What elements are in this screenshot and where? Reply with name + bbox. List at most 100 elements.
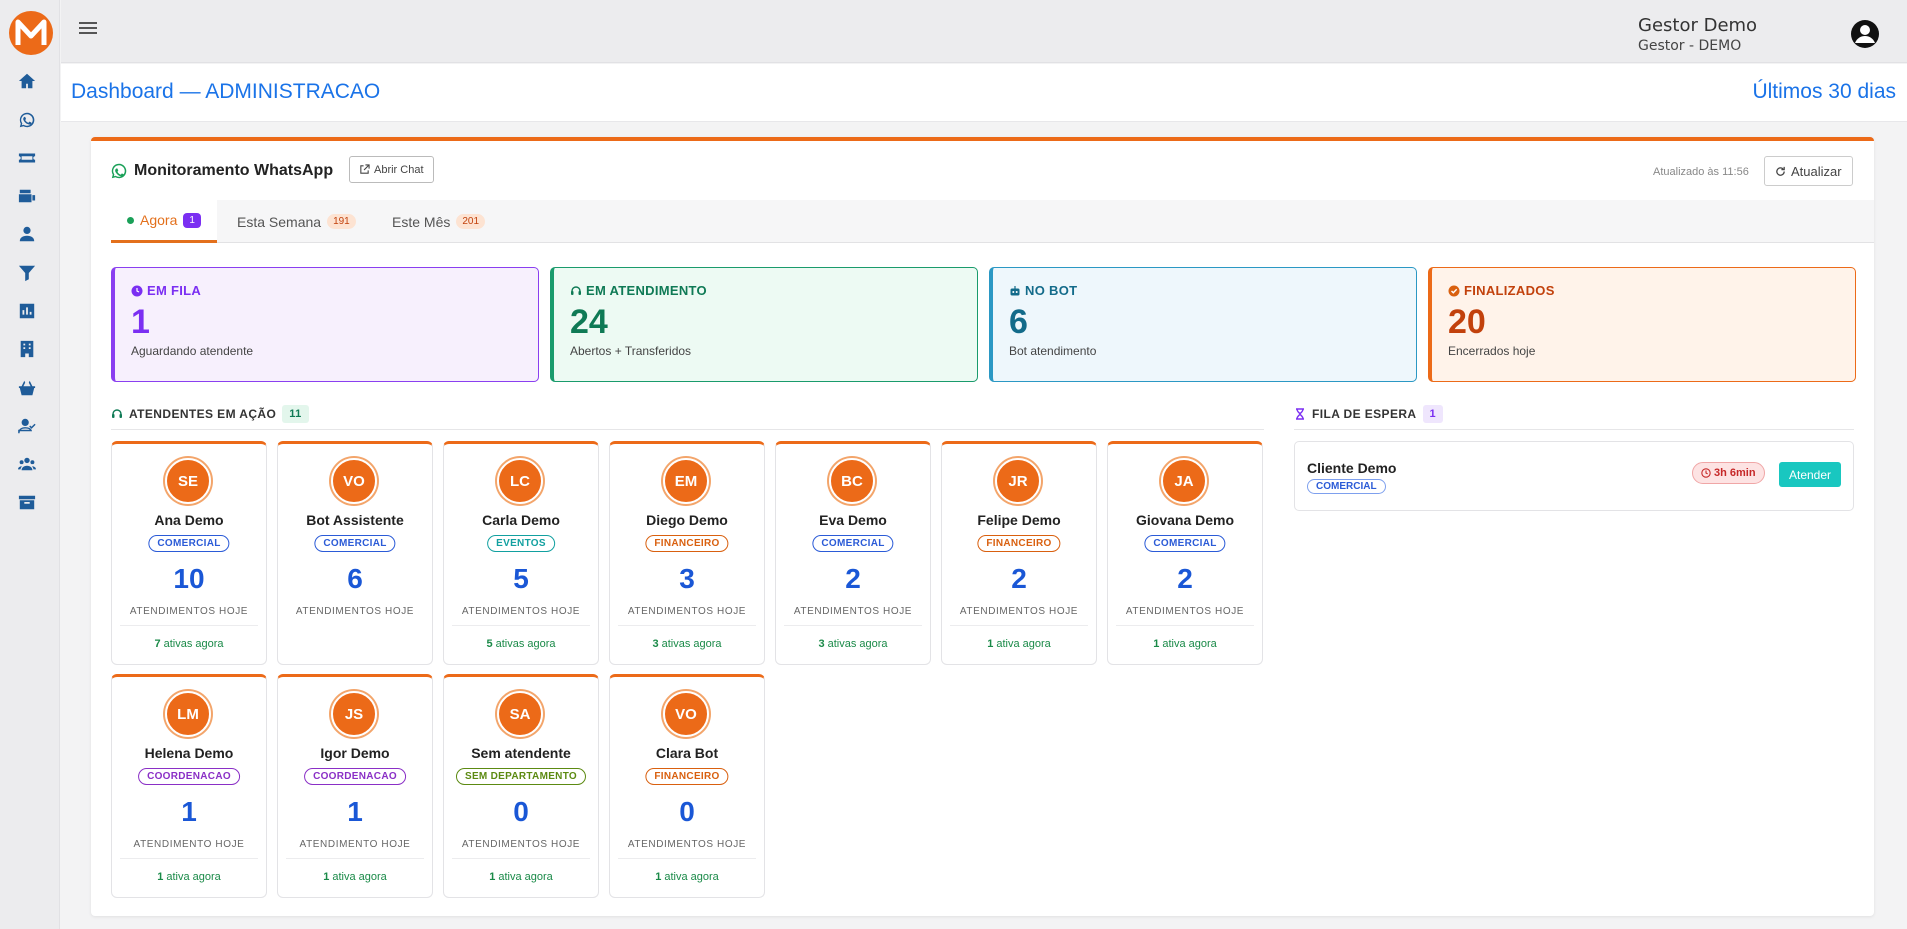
- agent-count: 1: [181, 796, 197, 827]
- agents-section-heading: ATENDENTES EM AÇÃO 11: [111, 405, 309, 423]
- stat-value: 24: [570, 303, 608, 341]
- building-icon[interactable]: [16, 338, 38, 360]
- queue-section-title: FILA DE ESPERA: [1312, 407, 1417, 421]
- agent-avatar: SA: [497, 691, 543, 737]
- agent-count-label: ATENDIMENTOS HOJE: [627, 839, 747, 850]
- menu-toggle-icon[interactable]: [79, 22, 97, 40]
- tab-badge: 201: [456, 214, 486, 229]
- agent-count-label: ATENDIMENTOS HOJE: [1125, 606, 1245, 617]
- active-text: ativas agora: [661, 638, 722, 650]
- agent-avatar: LC: [497, 458, 543, 504]
- active-text: ativas agora: [163, 638, 224, 650]
- attend-button[interactable]: Atender: [1779, 462, 1841, 487]
- chart-icon[interactable]: [16, 300, 38, 322]
- queue-section-heading: FILA DE ESPERA 1: [1294, 405, 1444, 423]
- stat-label-text: EM ATENDIMENTO: [586, 283, 707, 298]
- robot-icon: [1010, 285, 1020, 295]
- stat-no-bot: NO BOT 6 Bot atendimento: [989, 267, 1417, 382]
- filter-icon[interactable]: [16, 262, 38, 284]
- agent-card[interactable]: SA Sem atendente SEM DEPARTAMENTO 0 ATENDIME…: [443, 674, 599, 898]
- home-icon[interactable]: [16, 70, 38, 92]
- agent-name: Igor Demo: [320, 745, 390, 761]
- agent-dept-badge: COMERCIAL: [314, 535, 396, 552]
- check-circle-icon: [1448, 285, 1460, 296]
- stat-sub: Aguardando atendente: [131, 344, 254, 359]
- active-text: ativa agora: [332, 871, 387, 883]
- agent-card[interactable]: EM Diego Demo FINANCEIRO 3 ATENDIMENTOS HOJE…: [609, 441, 765, 665]
- stat-em-atendimento: EM ATENDIMENTO 24 Abertos + Transferidos: [550, 267, 978, 382]
- card-title: Monitoramento WhatsApp: [111, 162, 333, 180]
- agent-count: 6: [347, 563, 363, 594]
- mail-inbox-icon[interactable]: [16, 185, 38, 207]
- agent-card[interactable]: LM Helena Demo COORDENACAO 1 ATENDIMENTO HOJ…: [111, 674, 267, 898]
- divider: [784, 625, 922, 626]
- agent-card[interactable]: JA Giovana Demo COMERCIAL 2 ATENDIMENTOS HOJ…: [1107, 441, 1263, 665]
- user-check-icon[interactable]: [16, 415, 38, 437]
- basket-icon[interactable]: [16, 377, 38, 399]
- agent-card[interactable]: VO Clara Bot FINANCEIRO 0 ATENDIMENTOS HOJE 1…: [609, 674, 765, 898]
- agent-card[interactable]: JR Felipe Demo FINANCEIRO 2 ATENDIMENTOS HOJ…: [941, 441, 1097, 665]
- agent-avatar: JS: [331, 691, 377, 737]
- divider: [618, 858, 756, 859]
- agent-name: Felipe Demo: [977, 512, 1061, 528]
- agent-card[interactable]: VO Bot Assistente COMERCIAL 6 ATENDIMENTOS H…: [277, 441, 433, 665]
- agent-active-status: 1 ativa agora: [610, 871, 764, 883]
- tab-agora[interactable]: Agora 1: [111, 200, 217, 243]
- page-title: Dashboard — ADMINISTRACAO: [71, 80, 381, 103]
- tab-este-mes[interactable]: Este Mês 201: [376, 200, 501, 243]
- stat-label: EM FILA: [131, 283, 522, 298]
- divider: [1294, 429, 1854, 430]
- agent-dept-badge: FINANCEIRO: [645, 768, 729, 785]
- agent-avatar: JR: [995, 458, 1041, 504]
- tab-label: Agora: [140, 212, 178, 228]
- active-count: 1: [655, 871, 662, 883]
- agent-count-label: ATENDIMENTOS HOJE: [959, 606, 1079, 617]
- tab-esta-semana[interactable]: Esta Semana 191: [221, 200, 372, 243]
- agent-dept-badge: COORDENACAO: [304, 768, 406, 785]
- agent-count-label: ATENDIMENTOS HOJE: [461, 606, 581, 617]
- agents-section-title: ATENDENTES EM AÇÃO: [129, 407, 277, 421]
- agent-name: Giovana Demo: [1135, 512, 1235, 528]
- queue-item[interactable]: Cliente Demo COMERCIAL 3h 6min Atender: [1294, 441, 1854, 511]
- agent-active-status: 3 ativas agora: [610, 638, 764, 650]
- user-avatar-icon[interactable]: [1850, 19, 1880, 49]
- refresh-button[interactable]: Atualizar: [1764, 156, 1853, 186]
- agent-name: Ana Demo: [154, 512, 224, 528]
- agent-card[interactable]: BC Eva Demo COMERCIAL 2 ATENDIMENTOS HOJE 3 a…: [775, 441, 931, 665]
- queue-dept-badge: COMERCIAL: [1307, 479, 1386, 494]
- agent-count: 2: [845, 563, 861, 594]
- app-logo[interactable]: [8, 9, 54, 57]
- stat-label-text: EM FILA: [147, 283, 202, 298]
- users-icon[interactable]: [16, 453, 38, 475]
- agent-count: 2: [1011, 563, 1027, 594]
- agent-name: Clara Bot: [655, 745, 719, 761]
- ticket-icon[interactable]: [16, 147, 38, 169]
- period-selector[interactable]: Últimos 30 dias: [1752, 80, 1896, 104]
- active-count: 7: [154, 638, 161, 650]
- agent-card[interactable]: SE Ana Demo COMERCIAL 10 ATENDIMENTOS HOJE 7 …: [111, 441, 267, 665]
- whatsapp-icon[interactable]: [16, 109, 38, 131]
- agent-avatar: BC: [829, 458, 875, 504]
- tab-label: Este Mês: [392, 213, 451, 230]
- tab-badge: 191: [327, 214, 356, 229]
- queue-client-name: Cliente Demo: [1307, 460, 1397, 476]
- user-icon[interactable]: [16, 223, 38, 245]
- refresh-label: Atualizar: [1791, 163, 1842, 179]
- open-chat-button[interactable]: Abrir Chat: [349, 156, 434, 183]
- period-tabs: Agora 1 Esta Semana 191 Este Mês 201: [111, 200, 1874, 243]
- agent-dept-badge: EVENTOS: [487, 535, 555, 552]
- clock-icon: [131, 285, 143, 296]
- user-name: Gestor Demo: [1638, 15, 1758, 36]
- agent-card[interactable]: JS Igor Demo COORDENACAO 1 ATENDIMENTO HOJE 1…: [277, 674, 433, 898]
- whatsapp-monitor-card: Monitoramento WhatsApp Abrir Chat Atuali…: [91, 137, 1874, 916]
- wait-time-text: 3h 6min: [1714, 467, 1756, 479]
- agent-avatar: SE: [165, 458, 211, 504]
- divider: [452, 858, 590, 859]
- external-link-icon: [360, 164, 370, 174]
- agent-card[interactable]: LC Carla Demo EVENTOS 5 ATENDIMENTOS HOJE 5 a…: [443, 441, 599, 665]
- agent-active-status: 5 ativas agora: [444, 638, 598, 650]
- agent-active-status: 1 ativa agora: [942, 638, 1096, 650]
- active-text: ativa agora: [166, 871, 221, 883]
- divider: [120, 858, 258, 859]
- archive-icon[interactable]: [16, 491, 38, 513]
